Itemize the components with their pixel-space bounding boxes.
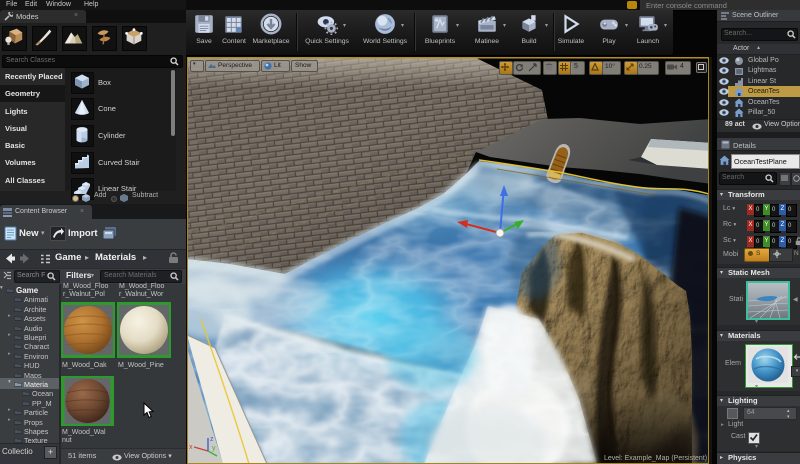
svg-text:y: y [212,445,216,452]
svg-text:x: x [189,444,193,451]
svg-text:z: z [210,436,214,443]
svg-text:Level: Example_Map (Persisten: Level: Example_Map (Persistent) [604,455,707,462]
